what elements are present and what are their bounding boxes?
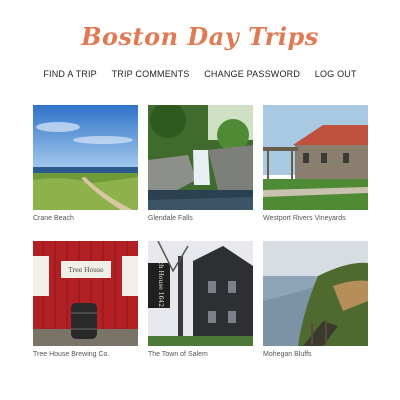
- nav-log-out[interactable]: LOG OUT: [315, 69, 357, 79]
- trip-card-westport-rivers-vineyards[interactable]: Westport Rivers Vineyards: [263, 105, 368, 222]
- trip-caption: Westport Rivers Vineyards: [263, 215, 346, 222]
- site-title: Boston Day Trips: [81, 22, 319, 51]
- trip-image-mohegan-bluffs[interactable]: [263, 241, 368, 346]
- trip-caption: The Town of Salem: [148, 351, 208, 358]
- nav-change-password[interactable]: CHANGE PASSWORD: [204, 69, 300, 79]
- trip-image-town-of-salem[interactable]: Witch House 1642: [148, 241, 253, 346]
- trip-caption: Tree House Brewing Co.: [33, 351, 110, 358]
- main-nav: FIND A TRIP TRIP COMMENTS CHANGE PASSWOR…: [0, 69, 400, 79]
- trip-image-westport-rivers-vineyards[interactable]: [263, 105, 368, 210]
- trip-card-glendale-falls[interactable]: Glendale Falls: [148, 105, 253, 222]
- svg-text:Witch House 1642: Witch House 1642: [157, 251, 164, 307]
- trip-image-crane-beach[interactable]: [33, 105, 138, 210]
- nav-trip-comments[interactable]: TRIP COMMENTS: [112, 69, 190, 79]
- trip-card-tree-house-brewing[interactable]: Tree House Tree House Brewing Co.: [33, 241, 138, 358]
- trip-card-town-of-salem[interactable]: Witch House 1642 The Town of Salem: [148, 241, 253, 358]
- svg-text:Tree House: Tree House: [68, 267, 104, 274]
- nav-find-a-trip[interactable]: FIND A TRIP: [43, 69, 97, 79]
- trip-caption: Glendale Falls: [148, 215, 193, 222]
- trip-caption: Crane Beach: [33, 215, 74, 222]
- trip-card-mohegan-bluffs[interactable]: Mohegan Bluffs: [263, 241, 368, 358]
- trip-image-tree-house-brewing[interactable]: Tree House: [33, 241, 138, 346]
- trip-caption: Mohegan Bluffs: [263, 351, 312, 358]
- trip-image-glendale-falls[interactable]: [148, 105, 253, 210]
- trip-card-crane-beach[interactable]: Crane Beach: [33, 105, 138, 222]
